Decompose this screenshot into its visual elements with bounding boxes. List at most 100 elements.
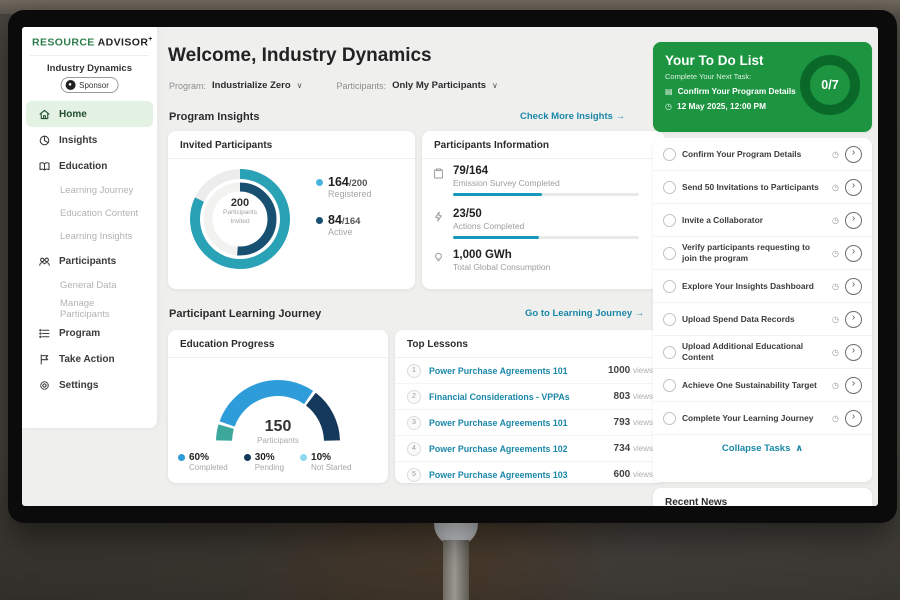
app-logo[interactable]: RESOURCE ADVISOR+ (32, 36, 150, 49)
check-more-insights-link[interactable]: Check More Insights → (520, 111, 625, 122)
sidebar-item-label: Settings (59, 380, 98, 391)
invited-legend-item-registered: 164/200Registered (316, 175, 372, 199)
education-progress-card: Education Progress 150 Participants 60%C… (168, 330, 388, 483)
lesson-views: 1000 views (608, 365, 653, 376)
task-checkbox[interactable] (663, 247, 676, 260)
legend-dot-icon (244, 454, 251, 461)
lesson-views: 803 views (614, 391, 653, 402)
task-label: Explore Your Insights Dashboard (682, 277, 826, 296)
sidebar-menu: HomeInsightsEducationLearning Journey Edu… (22, 101, 157, 398)
sidebar-item-label: Education Content (60, 208, 138, 219)
participants-filter[interactable]: Participants: Only My Participants ∨ (337, 80, 498, 91)
education-legend-item-not-started: 10%Not Started (300, 452, 351, 472)
sidebar-item-insights[interactable]: Insights (26, 127, 153, 153)
task-checkbox[interactable] (663, 313, 676, 326)
task-chevron-button[interactable]: › (845, 344, 862, 361)
sponsor-badge: ● Sponsor (60, 77, 119, 93)
collapse-tasks-link[interactable]: Collapse Tasks∧ (653, 435, 872, 461)
task-label: Invite a Collaborator (682, 211, 826, 230)
sidebar-item-manage-participants[interactable]: Manage Participants (26, 297, 153, 320)
task-row-achieve-one-sustainability-tar: Achieve One Sustainability Target ◷ › (653, 369, 872, 402)
sidebar-item-program[interactable]: Program (26, 320, 153, 346)
stat-label: Actions Completed (453, 221, 639, 231)
program-filter-label: Program: (169, 81, 206, 91)
task-label: Verify participants requesting to join t… (682, 238, 826, 268)
sidebar-item-home[interactable]: Home (26, 101, 153, 127)
program-filter[interactable]: Program: Industrialize Zero ∨ (169, 80, 303, 91)
arrow-right-icon: → (616, 111, 626, 122)
go-to-learning-journey-link[interactable]: Go to Learning Journey → (525, 308, 644, 319)
sidebar-item-learning-insights[interactable]: Learning Insights (26, 225, 153, 248)
sidebar-item-general-data[interactable]: General Data (26, 274, 153, 297)
lesson-title-link[interactable]: Financial Considerations - VPPAs (429, 392, 606, 402)
invited-participants-header: Invited Participants (168, 131, 415, 159)
stat-emission-survey-completed: 79/164Emission Survey Completed (432, 165, 639, 196)
education-legend-item-pending: 30%Pending (244, 452, 284, 472)
task-checkbox[interactable] (663, 346, 676, 359)
task-label: Achieve One Sustainability Target (682, 376, 826, 395)
task-row-explore-your-insights-dashboar: Explore Your Insights Dashboard ◷ › (653, 270, 872, 303)
task-checkbox[interactable] (663, 280, 676, 293)
sidebar-divider (30, 55, 149, 56)
sidebar-item-learning-journey[interactable]: Learning Journey (26, 179, 153, 202)
lesson-row: 5Power Purchase Agreements 103600 views (395, 462, 665, 487)
task-chevron-button[interactable]: › (845, 212, 862, 229)
clock-icon: ◷ (832, 282, 839, 291)
lesson-views: 793 views (614, 417, 653, 428)
sidebar-item-label: Participants (59, 256, 116, 267)
task-checkbox[interactable] (663, 214, 676, 227)
task-chevron-button[interactable]: › (845, 311, 862, 328)
task-label: Send 50 Invitations to Participants (682, 178, 826, 197)
legend-dot-icon (316, 179, 323, 186)
clock-icon: ◷ (832, 381, 839, 390)
task-checkbox[interactable] (663, 412, 676, 425)
logo-plus: + (148, 36, 153, 43)
tasks-card: Confirm Your Program Details◷› Send 50 In… (653, 138, 872, 482)
lesson-views: 600 views (614, 469, 653, 480)
task-chevron-button[interactable]: › (845, 377, 862, 394)
task-chevron-button[interactable]: › (845, 278, 862, 295)
stat-value: 1,000 GWh (453, 249, 550, 261)
sidebar-item-education-content[interactable]: Education Content (26, 202, 153, 225)
sidebar-item-education[interactable]: Education (26, 153, 153, 179)
chevron-down-icon: ∨ (492, 81, 498, 90)
education-legend-item-completed: 60%Completed (178, 452, 228, 472)
lesson-rank: 1 (407, 364, 421, 378)
page-title: Welcome, Industry Dynamics (168, 45, 432, 67)
recent-news-card: Recent News (653, 488, 872, 506)
sidebar-item-take-action[interactable]: Take Action (26, 346, 153, 372)
logo-resource: RESOURCE (32, 37, 95, 49)
task-row-upload-additional-educational-: Upload Additional Educational Content◷› (653, 336, 872, 369)
lesson-title-link[interactable]: Power Purchase Agreements 101 (429, 366, 600, 376)
task-checkbox[interactable] (663, 181, 676, 194)
task-chevron-button[interactable]: › (845, 245, 862, 262)
task-checkbox[interactable] (663, 148, 676, 161)
task-chevron-button[interactable]: › (845, 179, 862, 196)
legend-dot-icon (316, 217, 323, 224)
lesson-title-link[interactable]: Power Purchase Agreements 101 (429, 418, 606, 428)
todo-progress-ring: 0/7 (800, 55, 860, 115)
sidebar-item-label: Take Action (59, 354, 115, 365)
insights-icon (38, 134, 51, 147)
dashboard-screen: RESOURCE ADVISOR+ Industry Dynamics ● Sp… (22, 27, 878, 506)
invited-donut-chart: 200 ParticipantsInvited (184, 163, 296, 275)
sidebar-item-settings[interactable]: Settings (26, 372, 153, 398)
task-chevron-button[interactable]: › (845, 146, 862, 163)
recent-news-header: Recent News (653, 488, 872, 506)
task-row-confirm-your-program-details: Confirm Your Program Details◷› (653, 138, 872, 171)
lesson-title-link[interactable]: Power Purchase Agreements 103 (429, 470, 606, 480)
home-icon (38, 108, 51, 121)
sidebar-item-participants[interactable]: Participants (26, 248, 153, 274)
task-checkbox[interactable] (663, 379, 676, 392)
monitor-stand-column (443, 540, 469, 600)
lesson-title-link[interactable]: Power Purchase Agreements 102 (429, 444, 606, 454)
clock-icon: ◷ (832, 414, 839, 423)
task-chevron-button[interactable]: › (845, 410, 862, 427)
clock-icon: ◷ (832, 249, 839, 258)
donut-center-label: 200 ParticipantsInvited (184, 197, 296, 227)
legend-dot-icon (178, 454, 185, 461)
invited-legend: 164/200Registered84/164Active (316, 175, 372, 251)
stat-label: Emission Survey Completed (453, 178, 639, 188)
settings-icon (38, 379, 51, 392)
task-row-invite-a-collaborator: Invite a Collaborator◷› (653, 204, 872, 237)
